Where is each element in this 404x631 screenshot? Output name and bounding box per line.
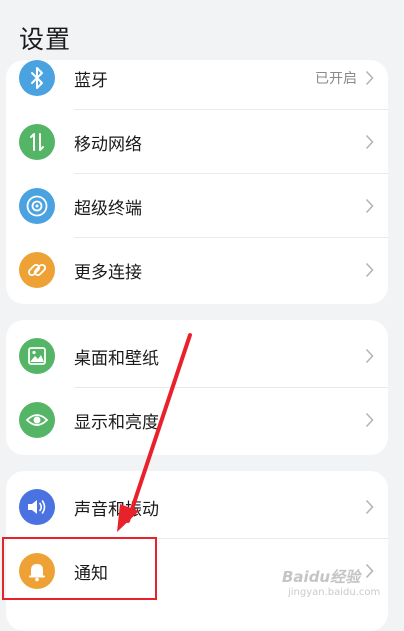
watermark-sub: jingyan.baidu.com [288, 587, 381, 598]
annotation-arrow [117, 333, 192, 532]
watermark: Baidu经验 [282, 568, 361, 586]
